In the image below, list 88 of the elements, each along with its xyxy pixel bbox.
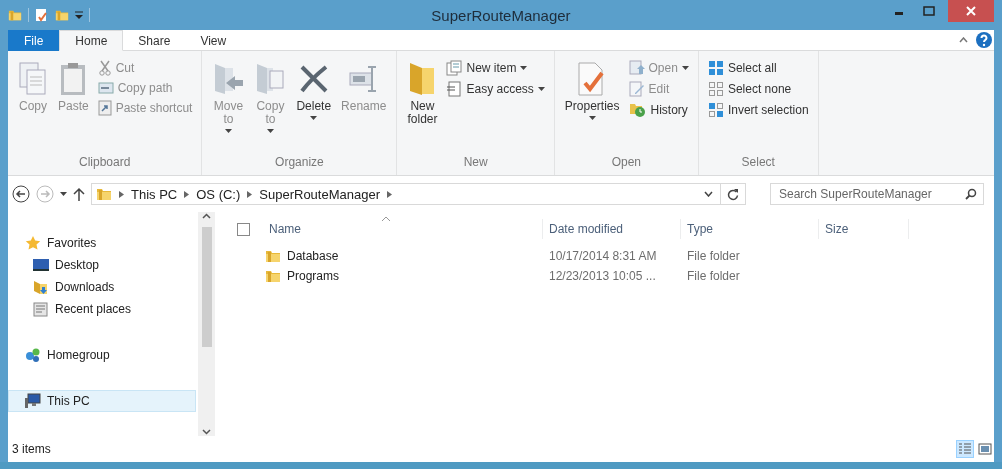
- ribbon-button[interactable]: Easy access: [443, 80, 548, 98]
- copy-to-icon: [254, 61, 287, 97]
- ribbon-button[interactable]: New folder: [403, 55, 442, 155]
- open-icon: [628, 60, 645, 76]
- ribbon-button[interactable]: Select none: [704, 80, 812, 98]
- file-name[interactable]: Programs: [287, 269, 339, 283]
- help-icon[interactable]: [976, 32, 992, 48]
- chevron-icon: [119, 190, 124, 198]
- address-bar[interactable]: This PC OS (C:) SuperRouteManager: [91, 183, 746, 205]
- folder-icon: [96, 186, 112, 202]
- nav-item[interactable]: Favorites: [8, 232, 198, 254]
- path-icon: [97, 81, 114, 95]
- refresh-icon[interactable]: [727, 187, 739, 201]
- homegroup-icon: [25, 347, 41, 363]
- ribbon-tab[interactable]: View: [185, 30, 242, 51]
- date-cell-text: 12/23/2013 10:05 ...: [548, 269, 657, 283]
- scissors-icon: [97, 60, 112, 76]
- downloads-icon: [33, 279, 49, 295]
- large-icons-view-button[interactable]: [976, 440, 994, 458]
- scroll-up-icon[interactable]: [202, 212, 211, 221]
- group-label: Organize: [274, 155, 325, 171]
- ribbon-button[interactable]: Properties: [560, 55, 624, 155]
- invert-selection-icon: [707, 102, 724, 118]
- scroll-down-icon[interactable]: [202, 427, 211, 436]
- customize-menu-icon[interactable]: [75, 11, 83, 19]
- chevron-icon: [184, 190, 190, 198]
- nav-item[interactable]: Homegroup: [8, 344, 198, 366]
- collapse-ribbon-icon[interactable]: [959, 37, 968, 43]
- computer-icon: [25, 393, 41, 409]
- ribbon-button[interactable]: Invert selection: [704, 101, 812, 119]
- search-field[interactable]: Search SuperRouteManager: [770, 183, 984, 205]
- shortcut-icon: [97, 100, 112, 116]
- nav-item[interactable]: This PC: [8, 390, 196, 412]
- ribbon-tab[interactable]: File: [8, 30, 60, 51]
- easy-access-icon: [446, 81, 463, 97]
- select-all-icon: [707, 60, 724, 76]
- folder-icon: [265, 248, 281, 264]
- folder-icon: [8, 8, 22, 22]
- nav-item[interactable]: Desktop: [8, 254, 198, 276]
- copy-icon: [18, 61, 48, 97]
- type-cell-text: File folder: [686, 269, 741, 283]
- breadcrumb[interactable]: OS (C:): [196, 186, 241, 202]
- edit-icon: [628, 81, 645, 97]
- back-button[interactable]: [12, 185, 30, 203]
- item-count: 3 items: [12, 442, 51, 456]
- history-icon: [628, 102, 647, 118]
- ribbon-tab[interactable]: Home: [59, 30, 124, 51]
- chevron-icon: [387, 190, 392, 198]
- maximize-icon: [923, 6, 935, 16]
- breadcrumb[interactable]: SuperRouteManager: [259, 186, 380, 202]
- column-header[interactable]: Date modified: [543, 219, 681, 239]
- new-folder-icon: [55, 8, 69, 22]
- new-item-icon: [446, 60, 463, 76]
- desktop-icon: [33, 258, 49, 272]
- up-button[interactable]: [73, 187, 85, 201]
- chevron-icon: [247, 190, 253, 198]
- ribbon-button[interactable]: Delete: [292, 55, 336, 155]
- close-button[interactable]: [948, 0, 994, 22]
- group-label: Open: [610, 155, 643, 171]
- nav-item[interactable]: Downloads: [8, 276, 198, 298]
- window-title: SuperRouteManager: [430, 6, 572, 24]
- column-header[interactable]: Name: [263, 219, 543, 239]
- scrollbar[interactable]: [198, 212, 215, 436]
- select-none-icon: [707, 81, 724, 97]
- date-cell-text: 10/17/2014 8:31 AM: [548, 249, 658, 263]
- search-icon: [965, 188, 977, 200]
- ribbon-button[interactable]: History: [625, 101, 692, 119]
- group-label: Clipboard: [78, 155, 132, 171]
- close-icon: [966, 6, 976, 16]
- ribbon-button[interactable]: New item: [443, 59, 548, 77]
- ribbon-button[interactable]: Select all: [704, 59, 812, 77]
- breadcrumb[interactable]: This PC: [131, 186, 178, 202]
- column-header[interactable]: Type: [681, 219, 819, 239]
- group-label: New: [462, 155, 489, 171]
- select-all-checkbox[interactable]: [237, 222, 250, 236]
- properties-icon[interactable]: [35, 8, 49, 22]
- recent-locations-icon: [60, 192, 67, 196]
- nav-item[interactable]: Recent places: [8, 298, 198, 320]
- star-icon: [25, 235, 41, 251]
- folder-icon: [265, 268, 281, 284]
- type-cell-text: File folder: [686, 249, 741, 263]
- group-label: Select: [740, 155, 776, 171]
- recent-places-icon: [33, 301, 49, 317]
- column-header[interactable]: Size: [819, 219, 909, 239]
- ribbon-tab[interactable]: Share: [123, 30, 186, 51]
- dropdown-icon[interactable]: [704, 191, 713, 197]
- file-name[interactable]: Database: [287, 249, 339, 263]
- move-to-icon: [212, 61, 245, 97]
